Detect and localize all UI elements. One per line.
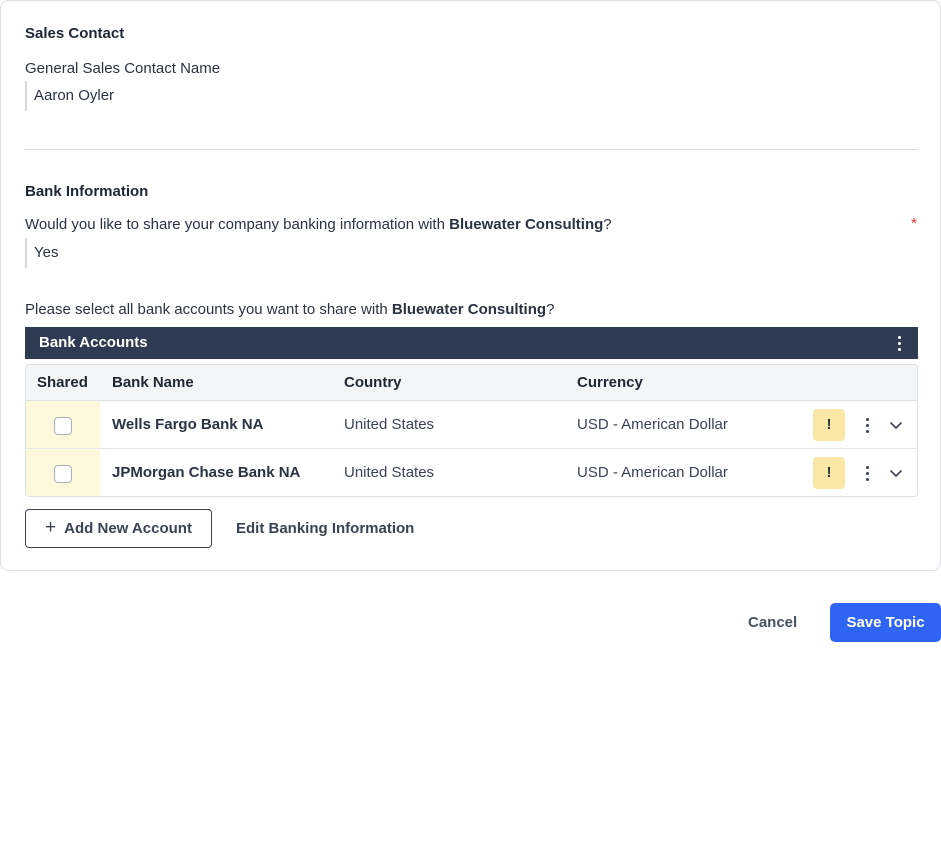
column-header-currency: Currency xyxy=(577,374,643,391)
select-prompt-prefix: Please select all bank accounts you want… xyxy=(25,301,392,318)
add-new-account-label: Add New Account xyxy=(64,520,192,537)
column-header-country: Country xyxy=(344,374,402,391)
select-accounts-prompt: Please select all bank accounts you want… xyxy=(25,301,554,318)
plus-icon: + xyxy=(45,517,57,538)
warning-button[interactable]: ! xyxy=(813,457,845,489)
table-header-row: Shared Bank Name Country Currency xyxy=(26,365,917,401)
save-topic-button[interactable]: Save Topic xyxy=(830,603,941,642)
required-marker: * xyxy=(911,215,917,232)
bank-accounts-table: Shared Bank Name Country Currency Wells … xyxy=(25,364,918,497)
add-new-account-button[interactable]: + Add New Account xyxy=(25,509,212,548)
shared-cell xyxy=(26,449,100,496)
chevron-down-icon[interactable] xyxy=(888,417,904,433)
warning-button[interactable]: ! xyxy=(813,409,845,441)
bank-name-cell: Wells Fargo Bank NA xyxy=(112,416,264,433)
kebab-icon[interactable] xyxy=(894,327,904,359)
country-cell: United States xyxy=(344,464,435,481)
column-header-bank-name: Bank Name xyxy=(112,374,194,391)
bank-name-cell: JPMorgan Chase Bank NA xyxy=(112,464,301,481)
topic-card: Sales Contact General Sales Contact Name… xyxy=(0,0,941,571)
share-question-label: Would you like to share your company ban… xyxy=(25,216,612,233)
company-name: Bluewater Consulting xyxy=(391,301,547,318)
column-header-shared: Shared xyxy=(37,374,88,391)
shared-checkbox[interactable] xyxy=(54,465,72,483)
currency-cell: USD - American Dollar xyxy=(577,416,728,433)
country-cell: United States xyxy=(344,416,435,433)
sales-contact-name-value: Aaron Oyler xyxy=(25,81,325,111)
shared-cell xyxy=(26,401,100,448)
share-question-prefix: Would you like to share your company ban… xyxy=(25,216,450,233)
chevron-down-icon[interactable] xyxy=(888,465,904,481)
cancel-button[interactable]: Cancel xyxy=(748,603,797,642)
question-suffix: ? xyxy=(546,301,555,318)
table-row: JPMorgan Chase Bank NA United States USD… xyxy=(26,449,917,496)
sales-contact-title: Sales Contact xyxy=(25,25,125,42)
edit-banking-information-button[interactable]: Edit Banking Information xyxy=(236,509,414,548)
kebab-icon[interactable] xyxy=(862,457,872,489)
currency-cell: USD - American Dollar xyxy=(577,464,728,481)
question-suffix: ? xyxy=(603,216,612,233)
bank-accounts-header: Bank Accounts xyxy=(25,327,918,359)
bank-info-title: Bank Information xyxy=(25,183,149,200)
share-answer-value: Yes xyxy=(25,238,325,268)
section-divider xyxy=(25,149,918,150)
company-name: Bluewater Consulting xyxy=(449,216,604,233)
bank-accounts-title: Bank Accounts xyxy=(39,334,148,351)
shared-checkbox[interactable] xyxy=(54,417,72,435)
sales-contact-name-label: General Sales Contact Name xyxy=(25,60,221,77)
kebab-icon[interactable] xyxy=(862,409,872,441)
table-row: Wells Fargo Bank NA United States USD - … xyxy=(26,401,917,449)
